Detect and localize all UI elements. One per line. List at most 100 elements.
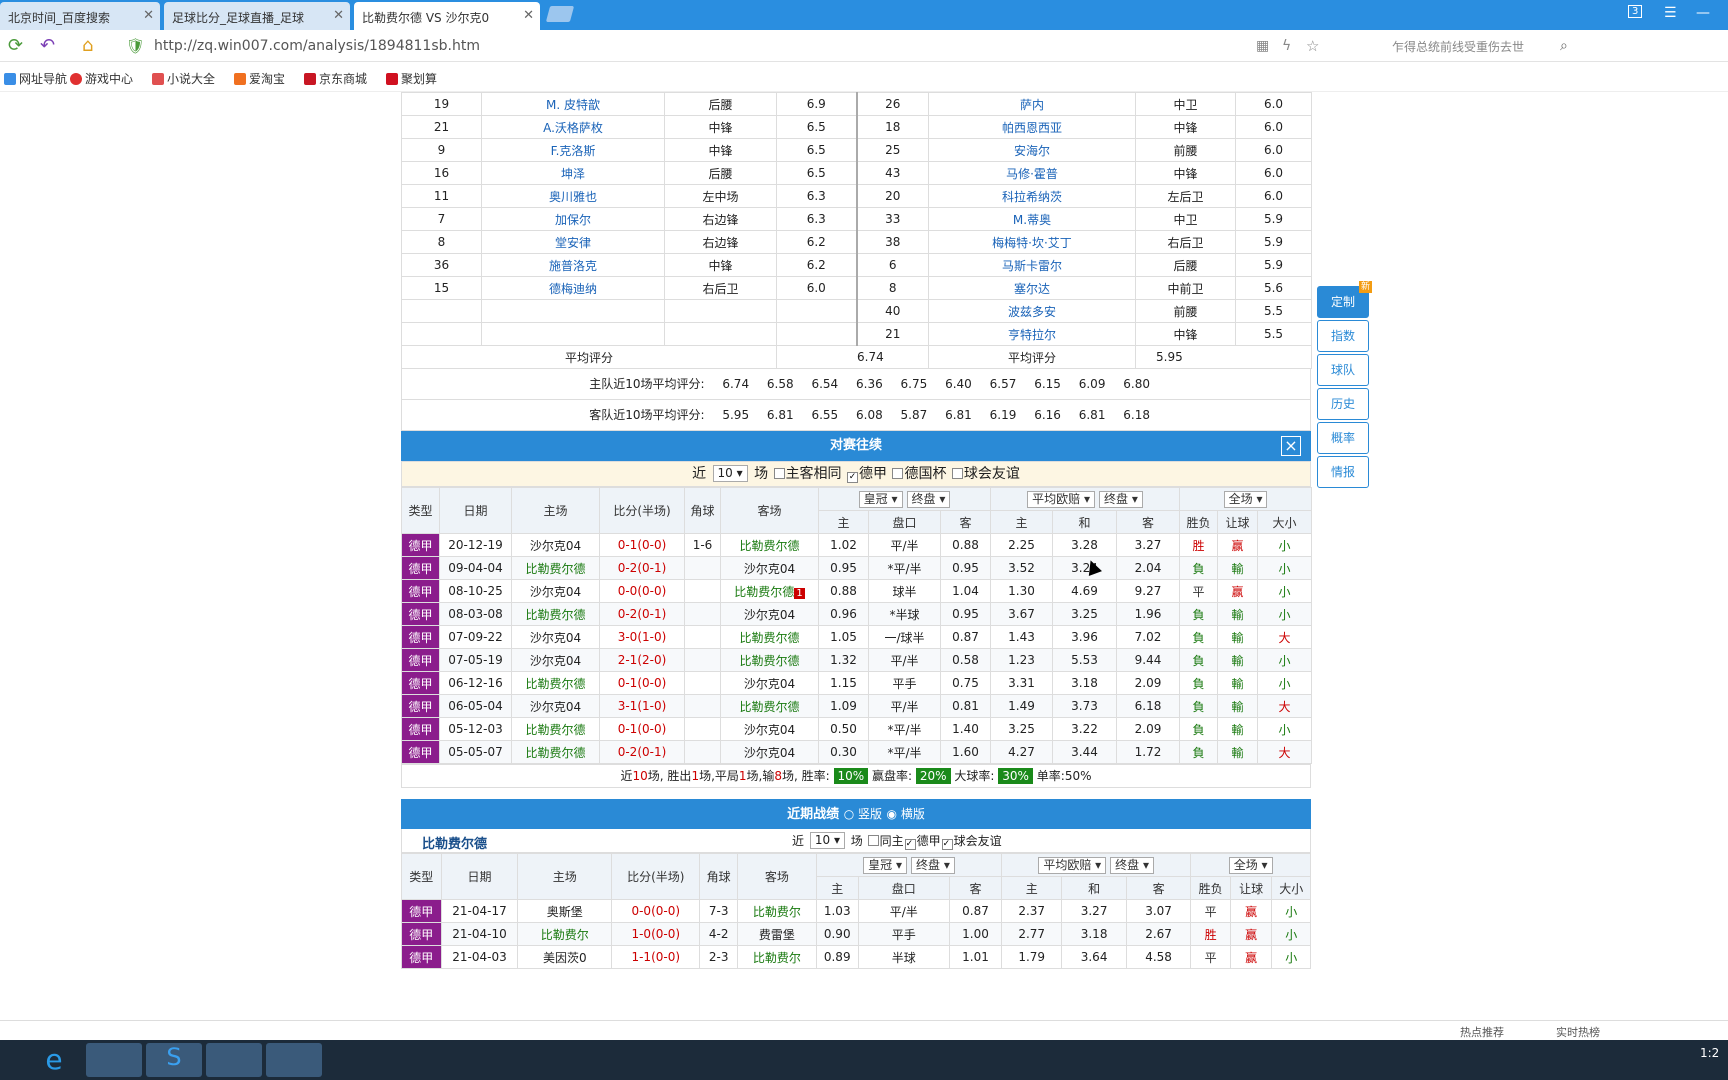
scope-select[interactable]: 全场 ▾ [1223, 490, 1268, 508]
match-score[interactable]: 0-2(0-1) [599, 602, 685, 626]
search-icon[interactable]: ⌕ [1560, 38, 1568, 54]
match-score[interactable]: 1-1(0-0) [611, 945, 701, 969]
close-icon[interactable]: × [1281, 436, 1301, 456]
avatar-app-icon[interactable] [266, 1043, 322, 1077]
company-select[interactable]: 皇冠 ▾ [863, 856, 907, 874]
sogou-icon[interactable]: S [146, 1043, 202, 1077]
player-name[interactable]: 安海尔 [928, 138, 1136, 162]
player-name[interactable] [481, 299, 665, 323]
side-button-probability[interactable]: 概率 [1317, 422, 1369, 454]
player-name[interactable]: 科拉希纳茨 [928, 184, 1136, 208]
match-score[interactable]: 1-0(0-0) [611, 922, 701, 946]
hot-recommend-link[interactable]: 热点推荐 [1460, 1024, 1504, 1040]
away-team[interactable]: 比勒费尔 [736, 899, 817, 923]
player-name[interactable]: 德梅迪纳 [481, 276, 665, 300]
live-hot-link[interactable]: 实时热榜 [1556, 1024, 1600, 1040]
player-name[interactable]: 波兹多安 [928, 299, 1136, 323]
home-team[interactable]: 比勒费尔德 [511, 602, 600, 626]
player-name[interactable]: A.沃格萨枚 [481, 115, 665, 139]
match-score[interactable]: 0-2(0-1) [599, 740, 685, 764]
away-team[interactable]: 沙尔克04 [720, 740, 819, 764]
away-team[interactable]: 比勒费尔德 [720, 694, 819, 718]
vertical-radio[interactable]: ○ 竖版 [844, 807, 882, 821]
away-team[interactable]: 比勒费尔德 [720, 625, 819, 649]
away-team[interactable]: 比勒费尔 [736, 945, 817, 969]
scope-select[interactable]: 全场 ▾ [1228, 856, 1273, 874]
dfb-cup-checkbox[interactable] [892, 468, 904, 479]
match-score[interactable]: 3-0(1-0) [599, 625, 685, 649]
home-team[interactable]: 沙尔克04 [511, 625, 600, 649]
match-score[interactable]: 0-1(0-0) [599, 717, 685, 741]
home-team[interactable]: 沙尔克04 [511, 533, 600, 557]
horizontal-radio[interactable]: ◉ 横版 [887, 807, 925, 821]
close-tab-icon[interactable]: ✕ [523, 8, 534, 23]
minimize-icon[interactable]: — [1696, 5, 1710, 21]
same-home-checkbox[interactable] [867, 835, 879, 846]
home-team[interactable]: 比勒费尔德 [511, 717, 600, 741]
home-icon[interactable]: ⌂ [82, 35, 93, 56]
match-score[interactable]: 0-1(0-0) [599, 671, 685, 695]
url-input[interactable]: http://zq.win007.com/analysis/1894811sb.… [130, 34, 1240, 58]
player-name[interactable]: M. 皮特歆 [481, 92, 665, 116]
menu-icon[interactable]: ☰ [1664, 5, 1677, 21]
player-name[interactable] [481, 322, 665, 346]
star-icon[interactable]: ☆ [1306, 37, 1319, 55]
away-team[interactable]: 比勒费尔德 [720, 533, 819, 557]
player-name[interactable]: 马斯卡雷尔 [928, 253, 1136, 277]
player-name[interactable]: 加保尔 [481, 207, 665, 231]
side-button-team[interactable]: 球队 [1317, 354, 1369, 386]
player-name[interactable]: 奥川雅也 [481, 184, 665, 208]
home-team[interactable]: 美因茨0 [517, 945, 613, 969]
tab-livescore[interactable]: 足球比分_足球直播_足球 ✕ [164, 2, 350, 30]
explorer-icon[interactable] [86, 1043, 142, 1077]
bookmark-games[interactable]: 游戏中心 [70, 70, 133, 87]
bookmark-juhuasuan[interactable]: 聚划算 [386, 70, 437, 87]
away-team[interactable]: 沙尔克04 [720, 602, 819, 626]
app-icon[interactable] [206, 1043, 262, 1077]
euro-select[interactable]: 平均欧赔 ▾ [1038, 856, 1107, 874]
side-button-index[interactable]: 指数 [1317, 320, 1369, 352]
company-select[interactable]: 皇冠 ▾ [858, 490, 903, 508]
bundesliga-checkbox[interactable]: ✓ [847, 472, 859, 483]
refresh-icon[interactable]: ⟳ [8, 35, 23, 56]
match-score[interactable]: 0-0(0-0) [611, 899, 701, 923]
away-team[interactable]: 沙尔克04 [720, 671, 819, 695]
home-team[interactable]: 比勒费尔德 [511, 740, 600, 764]
player-name[interactable]: M.蒂奥 [928, 207, 1136, 231]
bookmark-jd[interactable]: 京东商城 [304, 70, 367, 87]
recent-count-select[interactable]: 10 ▾ [809, 832, 845, 849]
ie-icon[interactable]: e [26, 1043, 82, 1077]
player-name[interactable]: 亨特拉尔 [928, 322, 1136, 346]
final-select-2[interactable]: 终盘 ▾ [1110, 856, 1155, 874]
close-tab-icon[interactable]: ✕ [143, 8, 154, 23]
side-button-custom[interactable]: 定制新 [1317, 281, 1372, 318]
grid-icon[interactable]: ▦ [1256, 38, 1269, 54]
side-button-history[interactable]: 历史 [1317, 388, 1369, 420]
bookmark-nav[interactable]: 网址导航 [4, 70, 67, 87]
player-name[interactable]: 施普洛克 [481, 253, 665, 277]
new-tab-button[interactable] [545, 6, 575, 22]
home-team[interactable]: 沙尔克04 [511, 648, 600, 672]
side-button-intel[interactable]: 情报 [1317, 456, 1369, 488]
player-name[interactable]: 塞尔达 [928, 276, 1136, 300]
tab-baidu[interactable]: 北京时间_百度搜索 ✕ [0, 2, 160, 30]
away-team[interactable]: 比勒费尔德 1 [720, 579, 819, 603]
euro-select[interactable]: 平均欧赔 ▾ [1027, 490, 1096, 508]
home-team[interactable]: 沙尔克04 [511, 694, 600, 718]
player-name[interactable]: 梅梅特·坎·艾丁 [928, 230, 1136, 254]
tab-count-badge[interactable]: 3 [1628, 5, 1643, 18]
home-team[interactable]: 奥斯堡 [517, 899, 613, 923]
away-team[interactable]: 比勒费尔德 [720, 648, 819, 672]
away-team[interactable]: 沙尔克04 [720, 717, 819, 741]
bookmark-novels[interactable]: 小说大全 [152, 70, 215, 87]
bookmark-taobao[interactable]: 爱淘宝 [234, 70, 285, 87]
away-team[interactable]: 费雷堡 [736, 922, 817, 946]
home-team[interactable]: 比勒费尔德 [511, 671, 600, 695]
player-name[interactable]: 帕西恩西亚 [928, 115, 1136, 139]
bundesliga-checkbox[interactable]: ✓ [904, 839, 916, 850]
player-name[interactable]: 坤泽 [481, 161, 665, 185]
match-score[interactable]: 3-1(1-0) [599, 694, 685, 718]
match-score[interactable]: 0-2(0-1) [599, 556, 685, 580]
match-score[interactable]: 2-1(2-0) [599, 648, 685, 672]
match-score[interactable]: 0-0(0-0) [599, 579, 685, 603]
